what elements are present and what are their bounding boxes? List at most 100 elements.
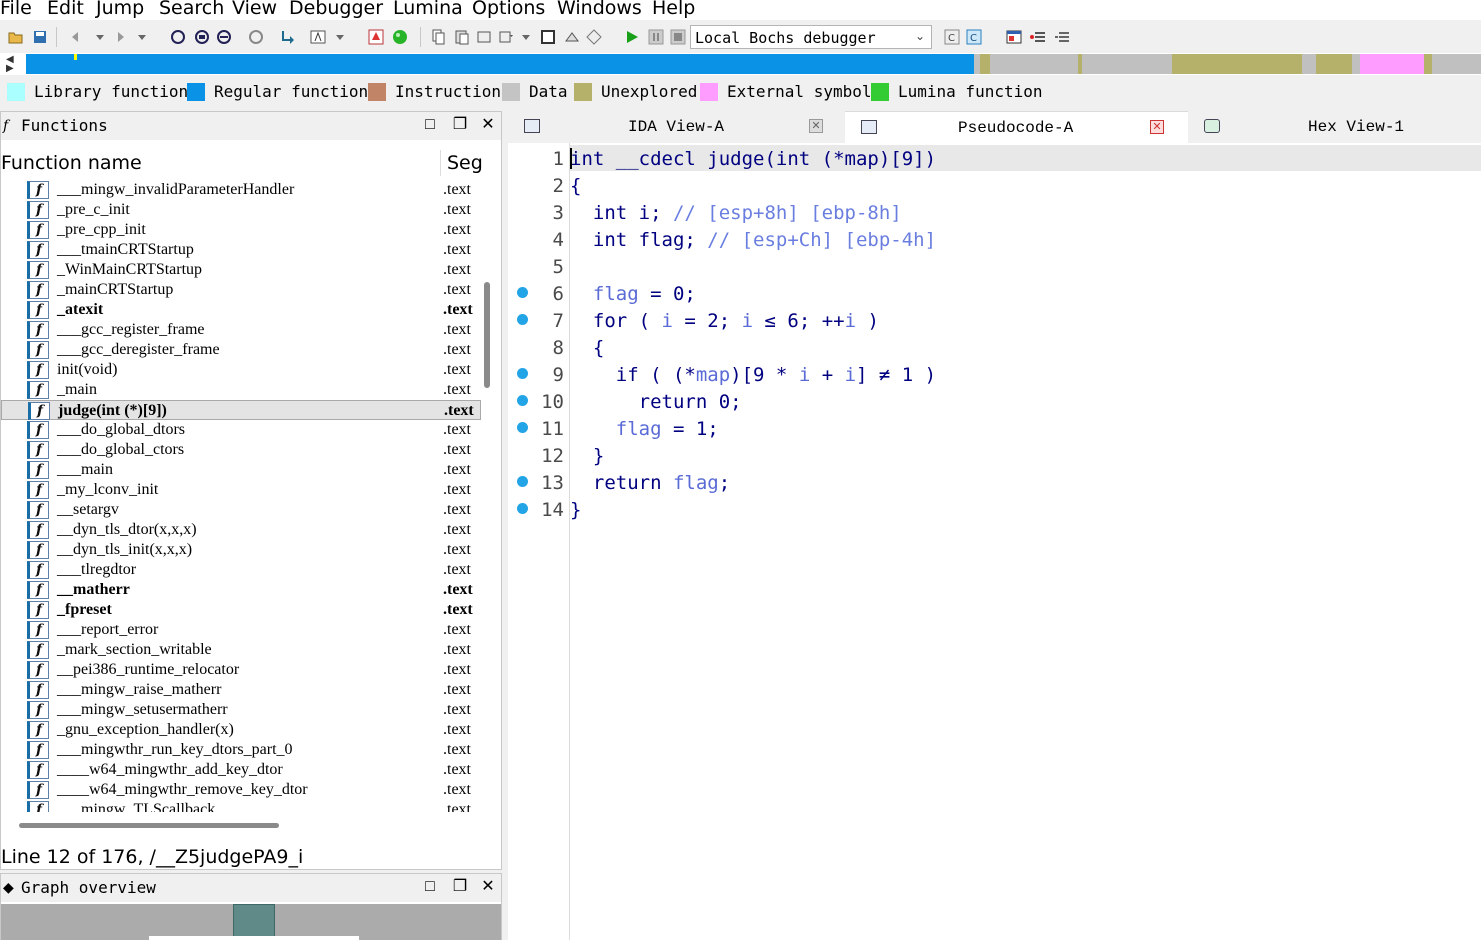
patch-icon[interactable] <box>564 29 580 45</box>
code-line[interactable]: 12 } <box>508 442 1481 469</box>
list-item[interactable]: f ___do_global_ctors .text <box>1 440 481 460</box>
stop-icon[interactable] <box>670 29 686 45</box>
list-item[interactable]: f ___gcc_deregister_frame .text <box>1 340 481 360</box>
menu-file[interactable]: File <box>0 0 32 19</box>
maximize-icon[interactable]: □ <box>421 116 439 134</box>
list-item[interactable]: f ___tlregdtor .text <box>1 560 481 580</box>
code-line[interactable]: 9 if ( (*map)[9 * i + i] ≠ 1 ) <box>508 361 1481 388</box>
code-line[interactable]: 10 return 0; <box>508 388 1481 415</box>
code-line[interactable]: 13 return flag; <box>508 469 1481 496</box>
line-marker-dot-icon[interactable] <box>517 476 528 487</box>
list-red-icon[interactable] <box>1030 29 1046 45</box>
list-item[interactable]: f __dyn_tls_init(x,x,x) .text <box>1 540 481 560</box>
open-folder-icon[interactable] <box>8 29 24 45</box>
line-marker-dot-icon[interactable] <box>517 287 528 298</box>
list-item[interactable]: f _main .text <box>1 380 481 400</box>
code-line[interactable]: 6 flag = 0; <box>508 280 1481 307</box>
close-icon[interactable]: ✕ <box>1150 120 1164 134</box>
menu-view[interactable]: View <box>232 0 277 19</box>
paste-icon[interactable] <box>454 29 470 45</box>
list-item-selected[interactable]: f judge(int (*)[9]) .text <box>1 400 481 420</box>
list-item[interactable]: f __setargv .text <box>1 500 481 520</box>
menu-jump[interactable]: Jump <box>96 0 144 19</box>
list-item[interactable]: f ___mingw_invalidParameterHandler .text <box>1 180 481 200</box>
menu-help[interactable]: Help <box>652 0 695 19</box>
pseudocode-editor[interactable]: 1 int __cdecl judge(int (*map)[9]) 2{3 int… <box>508 143 1481 940</box>
horizontal-scrollbar[interactable] <box>19 823 279 828</box>
code-line[interactable]: 8 { <box>508 334 1481 361</box>
search-immediate-icon[interactable] <box>216 29 232 45</box>
line-marker-dot-icon[interactable] <box>517 422 528 433</box>
flowchart-icon[interactable] <box>368 29 384 45</box>
list-icon[interactable] <box>1054 29 1070 45</box>
copy-icon[interactable] <box>430 29 446 45</box>
list-item[interactable]: f ____w64_mingwthr_remove_key_dtor .text <box>1 780 481 800</box>
list-item[interactable]: f _fpreset .text <box>1 600 481 620</box>
line-marker-dot-icon[interactable] <box>517 368 528 379</box>
lumina-icon[interactable] <box>392 29 408 45</box>
list-item[interactable]: f ___report_error .text <box>1 620 481 640</box>
list-item[interactable]: f _atexit .text <box>1 300 481 320</box>
list-item[interactable]: f init(void) .text <box>1 360 481 380</box>
list-item[interactable]: f ___mingwthr_run_key_dtors_part_0 .text <box>1 740 481 760</box>
list-item[interactable]: f _pre_c_init .text <box>1 200 481 220</box>
list-item[interactable]: f __matherr .text <box>1 580 481 600</box>
maximize-icon[interactable]: □ <box>421 878 439 896</box>
vertical-scrollbar[interactable] <box>484 282 490 388</box>
code-line[interactable]: 4 int flag; // [esp+Ch] [ebp-4h] <box>508 226 1481 253</box>
list-item[interactable]: f _mainCRTStartup .text <box>1 280 481 300</box>
search-binary-icon[interactable] <box>170 29 186 45</box>
windows-layout-icon[interactable] <box>1006 29 1022 45</box>
forward-icon[interactable] <box>112 29 128 45</box>
tab-ida-view-a[interactable]: IDA View-A ✕ <box>508 111 845 143</box>
start-debug-icon[interactable] <box>624 29 640 45</box>
line-marker-dot-icon[interactable] <box>517 395 528 406</box>
code-line[interactable]: 3 int i; // [esp+8h] [ebp-8h] <box>508 199 1481 226</box>
list-item[interactable]: f __pei386_runtime_relocator .text <box>1 660 481 680</box>
close-icon[interactable]: ✕ <box>479 116 497 134</box>
column-segment[interactable]: Seg <box>447 152 483 174</box>
code-line[interactable]: 7 for ( i = 2; i ≤ 6; ++i ) <box>508 307 1481 334</box>
close-icon[interactable]: ✕ <box>809 119 823 133</box>
code-line[interactable]: 2{ <box>508 172 1481 199</box>
text-mode-icon[interactable] <box>310 29 326 45</box>
graph-mode-icon[interactable] <box>248 29 264 45</box>
code-line[interactable]: 14} <box>508 496 1481 523</box>
column-function-name[interactable]: Function name <box>1 152 142 174</box>
back-dropdown-icon[interactable] <box>92 29 108 45</box>
list-item[interactable]: f __dyn_tls_dtor(x,x,x) .text <box>1 520 481 540</box>
nav-scroll-arrow-icon[interactable]: ◀ ▶ <box>6 55 18 74</box>
list-item[interactable]: f ___gcc_register_frame .text <box>1 320 481 340</box>
struct-icon[interactable] <box>476 29 492 45</box>
restore-icon[interactable]: ❐ <box>451 116 469 134</box>
list-item[interactable]: f _WinMainCRTStartup .text <box>1 260 481 280</box>
functions-list[interactable]: f ___mingw_invalidParameterHandler .text f _… <box>1 180 481 812</box>
code-line[interactable]: 1 int __cdecl judge(int (*map)[9]) <box>508 145 1481 172</box>
list-item[interactable]: f _mark_section_writable .text <box>1 640 481 660</box>
menu-options[interactable]: Options <box>472 0 545 19</box>
list-item[interactable]: f _pre_cpp_init .text <box>1 220 481 240</box>
checkpoint-active-icon[interactable]: C <box>966 29 982 45</box>
graph-viewport[interactable] <box>233 904 275 940</box>
forward-dropdown-icon[interactable] <box>134 29 150 45</box>
list-item[interactable]: f ____w64_mingwthr_add_key_dtor .text <box>1 760 481 780</box>
list-item[interactable]: f ___main .text <box>1 460 481 480</box>
list-item[interactable]: f _gnu_exception_handler(x) .text <box>1 720 481 740</box>
debugger-select[interactable]: Local Bochs debugger ⌄ <box>690 25 932 49</box>
menu-debugger[interactable]: Debugger <box>289 0 383 19</box>
save-icon[interactable] <box>32 29 48 45</box>
close-icon[interactable]: ✕ <box>479 878 497 896</box>
enum-dropdown-icon[interactable] <box>518 29 534 45</box>
enum-icon[interactable] <box>498 29 514 45</box>
tab-hex-view-1[interactable]: Hex View-1 <box>1188 111 1481 143</box>
code-line[interactable]: 11 flag = 1; <box>508 415 1481 442</box>
list-item[interactable]: f ___do_global_dtors .text <box>1 420 481 440</box>
jump-icon[interactable] <box>280 29 296 45</box>
code-line[interactable]: 5 <box>508 253 1481 280</box>
pause-icon[interactable] <box>648 29 664 45</box>
list-item[interactable]: f _my_lconv_init .text <box>1 480 481 500</box>
list-item[interactable]: f ___mingw_setusermatherr .text <box>1 700 481 720</box>
graph-overview-canvas[interactable] <box>1 904 501 940</box>
search-text-icon[interactable] <box>194 29 210 45</box>
list-item[interactable]: f ___mingw_raise_matherr .text <box>1 680 481 700</box>
